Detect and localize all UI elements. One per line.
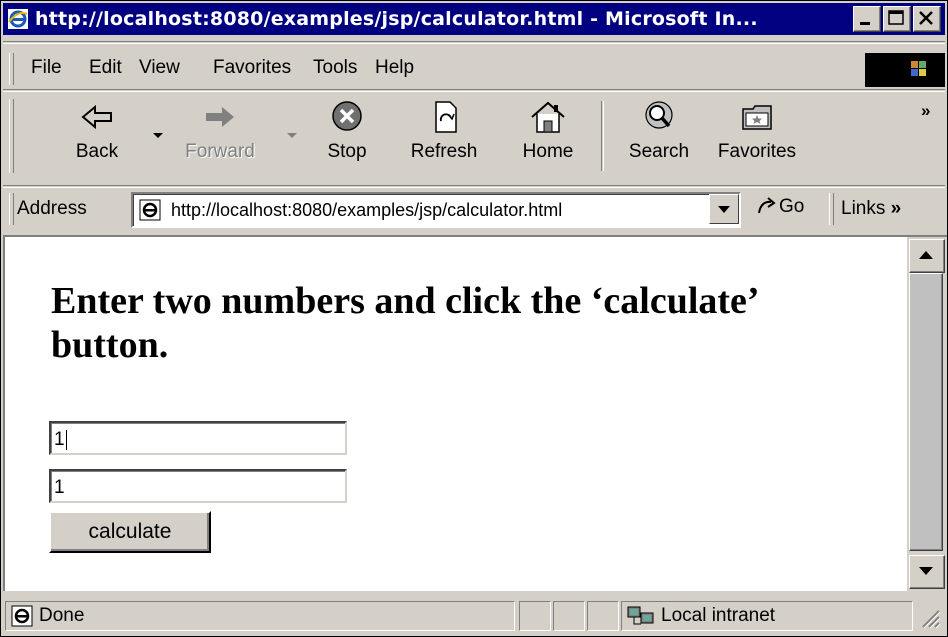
scroll-down-button[interactable] <box>909 555 945 589</box>
status-panel-empty <box>587 601 619 631</box>
forward-arrow-icon <box>206 107 234 127</box>
title-bar[interactable]: http://localhost:8080/examples/jsp/calcu… <box>3 3 945 35</box>
stop-button[interactable]: Stop <box>315 99 379 163</box>
favorites-label: Favorites <box>717 141 797 162</box>
links-button[interactable]: Links » <box>841 198 901 220</box>
back-button[interactable]: Back <box>61 99 133 163</box>
address-label: Address <box>17 198 87 219</box>
status-panel-empty <box>519 601 551 631</box>
toolbar-grip <box>9 99 14 173</box>
search-icon <box>645 101 673 129</box>
minimize-button[interactable] <box>853 6 881 32</box>
forward-dropdown-icon <box>287 133 297 138</box>
menu-bar: File Edit View Favorites Tools Help <box>3 49 945 89</box>
menu-view[interactable]: View <box>139 57 180 79</box>
refresh-button[interactable]: Refresh <box>399 99 489 163</box>
security-zone: Local intranet <box>661 605 776 626</box>
status-bar: Done Local intranet <box>3 597 945 635</box>
close-button[interactable] <box>913 6 941 32</box>
address-url: http://localhost:8080/examples/jsp/calcu… <box>171 200 563 220</box>
favorites-button[interactable]: Favorites <box>707 99 807 163</box>
stop-label: Stop <box>327 141 367 162</box>
status-panel-empty <box>553 601 585 631</box>
forward-button[interactable]: Forward <box>175 99 265 163</box>
search-label: Search <box>628 141 690 162</box>
menu-file[interactable]: File <box>31 57 62 79</box>
status-text: Done <box>39 605 85 626</box>
menu-favorites[interactable]: Favorites <box>213 57 291 79</box>
resize-grip-icon[interactable] <box>917 605 941 634</box>
favorites-icon <box>742 105 772 130</box>
forward-label: Forward <box>185 141 255 162</box>
stop-icon <box>332 101 362 131</box>
address-bar: Address http://localhost:8080/examples/j… <box>3 189 945 229</box>
ie-icon <box>7 8 29 30</box>
menu-edit[interactable]: Edit <box>89 57 122 79</box>
scrollbar-thumb[interactable] <box>909 273 943 551</box>
menu-grip <box>9 53 14 85</box>
toolbar-more-icon[interactable]: » <box>921 101 930 121</box>
vertical-scrollbar[interactable] <box>907 237 947 591</box>
divider <box>3 41 945 44</box>
menu-help[interactable]: Help <box>375 57 414 79</box>
web-page: Enter two numbers and click the ‘calcula… <box>5 237 903 591</box>
address-input[interactable]: http://localhost:8080/examples/jsp/calcu… <box>131 192 741 228</box>
divider <box>3 185 945 188</box>
windows-logo-icon <box>865 53 945 87</box>
divider <box>3 89 945 92</box>
address-grip <box>9 193 14 225</box>
go-label: Go <box>779 196 805 217</box>
go-icon <box>758 197 776 214</box>
intranet-icon <box>627 605 655 632</box>
number-input-2[interactable]: 1 <box>49 469 347 503</box>
page-done-icon <box>11 605 33 632</box>
links-grip <box>829 193 834 225</box>
home-button[interactable]: Home <box>511 99 585 163</box>
address-dropdown-icon[interactable] <box>709 194 739 224</box>
search-button[interactable]: Search <box>619 99 699 163</box>
window-title: http://localhost:8080/examples/jsp/calcu… <box>35 8 758 30</box>
text-caret <box>65 429 67 450</box>
links-label: Links <box>841 198 886 219</box>
home-icon <box>531 101 565 133</box>
ie-page-icon <box>139 199 161 221</box>
back-label: Back <box>75 141 119 162</box>
refresh-icon <box>435 101 457 133</box>
go-button[interactable]: Go <box>755 195 804 219</box>
calculate-button[interactable]: calculate <box>49 511 211 553</box>
back-arrow-icon <box>81 104 112 130</box>
input-1-value: 1 <box>54 429 65 450</box>
toolbar-separator <box>601 101 604 171</box>
scroll-up-button[interactable] <box>909 239 945 273</box>
page-heading: Enter two numbers and click the ‘calcula… <box>51 280 757 366</box>
browser-window: http://localhost:8080/examples/jsp/calcu… <box>0 0 948 637</box>
refresh-label: Refresh <box>410 141 478 162</box>
menu-tools[interactable]: Tools <box>313 57 357 79</box>
number-input-1[interactable]: 1 <box>49 421 347 455</box>
home-label: Home <box>522 141 574 162</box>
standard-toolbar: Back Forward Stop Refresh Home Search Fa <box>3 93 945 183</box>
content-frame: Enter two numbers and click the ‘calcula… <box>3 235 947 591</box>
links-more-icon: » <box>890 198 902 219</box>
maximize-button[interactable] <box>883 6 911 32</box>
input-2-value: 1 <box>54 477 65 498</box>
back-dropdown-icon[interactable] <box>153 133 163 138</box>
